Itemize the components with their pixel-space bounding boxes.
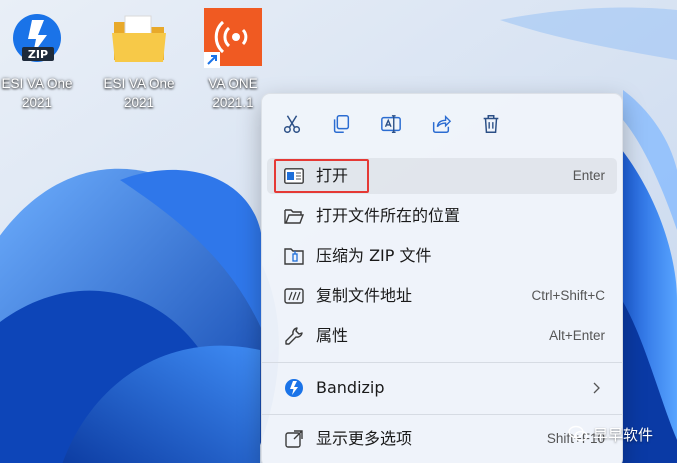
share-icon [432,115,452,133]
menu-item-open-file-location[interactable]: 打开文件所在的位置 [267,198,617,234]
menu-item-properties[interactable]: 属性 Alt+Enter [267,318,617,354]
menu-item-open[interactable]: 打开 Enter [267,158,617,194]
quick-actions-bar [262,106,622,142]
folder-open-icon [283,206,305,226]
delete-button[interactable] [473,106,509,142]
watermark-text: 早早软件 [593,425,654,444]
rename-button[interactable] [373,106,409,142]
trash-icon [483,115,499,133]
menu-item-label: 属性 [316,326,349,345]
copy-icon [333,115,350,133]
menu-item-bandizip[interactable]: Bandizip [267,370,617,406]
zip-folder-icon [283,246,305,266]
wechat-icon [568,425,588,442]
menu-separator [262,414,622,415]
menu-item-label: 复制文件地址 [316,286,413,305]
watermark: 早早软件 [568,423,653,445]
scissors-icon [283,115,301,133]
desktop-icon-label: VA ONE 2021.1 [208,76,258,110]
va-one-app-icon [202,8,264,70]
desktop-icon-esi-zip[interactable]: ZIP ESI VA One 2021 [0,8,80,112]
menu-item-shortcut: Ctrl+Shift+C [531,288,605,303]
menu-item-label: 压缩为 ZIP 文件 [316,246,432,265]
context-menu: 打开 Enter 打开文件所在的位置 压缩为 ZIP 文件 复制文件地址 Ctr… [261,93,623,463]
share-button[interactable] [423,106,459,142]
cut-button[interactable] [274,106,310,142]
menu-item-show-more-options[interactable]: 显示更多选项 Shift+F10 [267,421,617,457]
menu-item-shortcut: Alt+Enter [549,328,605,343]
menu-item-label: 显示更多选项 [316,429,413,448]
desktop-icon-esi-folder[interactable]: ESI VA One 2021 [96,8,182,112]
folder-icon [108,8,170,70]
more-options-icon [283,429,305,449]
svg-text:ZIP: ZIP [28,48,48,61]
zip-archive-icon: ZIP [6,8,68,70]
menu-item-label: Bandizip [316,378,385,397]
menu-item-compress-zip[interactable]: 压缩为 ZIP 文件 [267,238,617,274]
highlight-annotation-box [274,159,369,193]
copy-button[interactable] [323,106,359,142]
wrench-icon [283,326,305,346]
desktop-icon-label: ESI VA One 2021 [103,76,175,110]
menu-item-label: 打开文件所在的位置 [316,206,461,225]
bandizip-icon [283,378,305,398]
menu-item-copy-path[interactable]: 复制文件地址 Ctrl+Shift+C [267,278,617,314]
rename-icon [381,115,401,133]
menu-item-shortcut: Enter [572,168,605,183]
menu-separator [262,362,622,363]
copy-path-icon [283,286,305,306]
desktop-icon-label: ESI VA One 2021 [1,76,73,110]
chevron-right-icon [593,382,600,394]
